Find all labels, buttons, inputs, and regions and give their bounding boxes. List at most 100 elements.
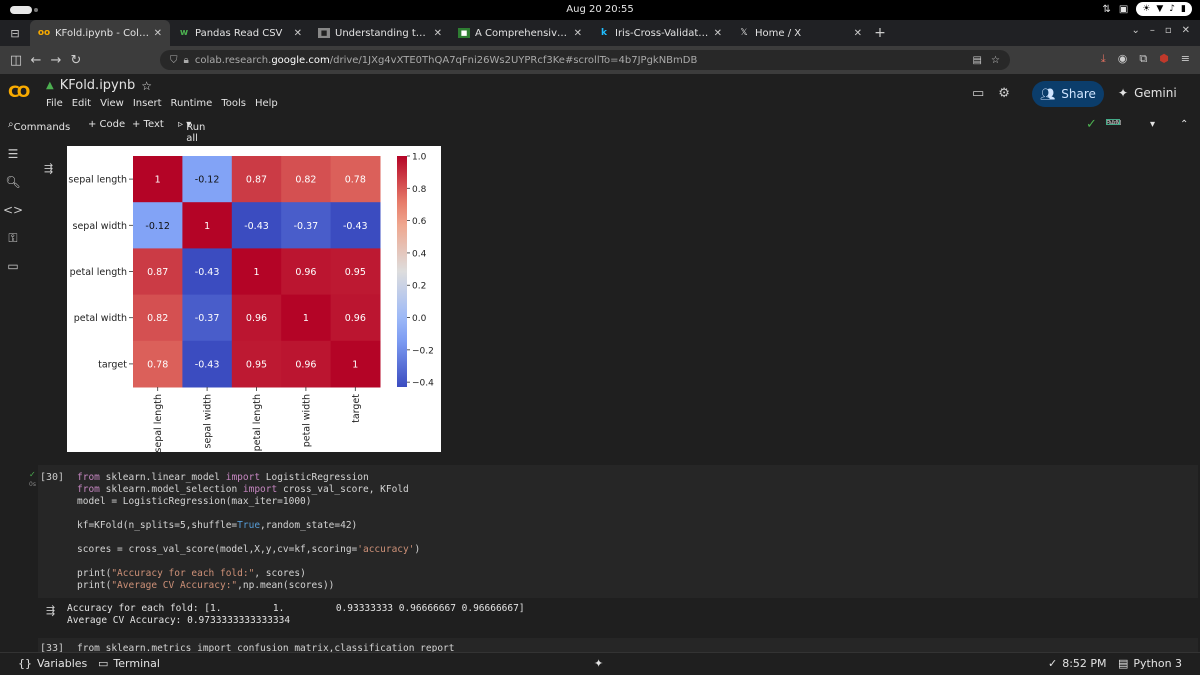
secrets-key-icon[interactable]: ⚿ — [0, 224, 26, 252]
code-editor[interactable]: from sklearn.linear_model import Logisti… — [77, 472, 420, 592]
colab-logo[interactable]: CO — [8, 82, 30, 101]
sidebar-toggle-icon[interactable]: ◫ — [6, 53, 26, 68]
tab-understanding-confusion[interactable]: ■ Understanding the Confu ✕ — [310, 20, 450, 46]
code-line[interactable]: scores = cross_val_score(model,X,y,cv=kf… — [77, 544, 420, 556]
code-token: from — [77, 472, 100, 483]
code-line[interactable]: from sklearn.model_selection import cros… — [77, 484, 420, 496]
find-icon[interactable]: 🔍︎ — [0, 168, 26, 196]
runtime-indicator[interactable]: ▤ Python 3 — [1118, 657, 1182, 670]
ublock-icon[interactable]: ⬢ — [1159, 52, 1169, 66]
clipboard-icon[interactable]: ▣ — [1119, 4, 1128, 15]
code-token: ) — [414, 544, 421, 555]
collapse-chevron-icon[interactable]: ⌃ — [1180, 119, 1188, 130]
close-icon[interactable]: ✕ — [434, 28, 442, 39]
close-icon[interactable]: ✕ — [854, 28, 862, 39]
address-bar[interactable]: ⛉ 🔒︎ colab.research. google.com/drive/1JX… — [160, 50, 1010, 70]
quick-settings[interactable]: ☀ ▼ ♪ ▮ — [1136, 2, 1192, 16]
y-tick-label: target — [98, 359, 127, 370]
files-folder-icon[interactable]: ▭ — [0, 252, 26, 280]
tab-pandas-read-csv[interactable]: w Pandas Read CSV ✕ — [170, 20, 310, 46]
heatmap-value: 0.87 — [246, 175, 267, 186]
tab-comprehensive-guide[interactable]: ■ A Comprehensive Guide t ✕ — [450, 20, 590, 46]
heatmap-value: 0.96 — [295, 267, 316, 278]
code-line[interactable] — [77, 556, 420, 568]
heatmap-value: 1 — [253, 267, 259, 278]
tab-home-x[interactable]: 𝕏 Home / X ✕ — [730, 20, 870, 46]
menu-edit[interactable]: Edit — [72, 98, 91, 109]
runtime-icon: ▤ — [1118, 657, 1129, 670]
volume-icon: ♪ — [1169, 4, 1176, 14]
tab-list-icon[interactable]: ⌄ — [1131, 25, 1139, 36]
back-icon[interactable]: ← — [26, 53, 46, 68]
code-line[interactable]: print("Accuracy for each fold:", scores) — [77, 568, 420, 580]
variables-button[interactable]: {} Variables — [18, 657, 87, 670]
toc-icon[interactable]: ☰ — [0, 140, 26, 168]
x-icon: 𝕏 — [740, 28, 748, 38]
code-line[interactable] — [77, 532, 420, 544]
code-line[interactable] — [77, 508, 420, 520]
colab-icon: oo — [37, 28, 51, 38]
heatmap-value: 1 — [155, 175, 161, 186]
gemini-sparkle-icon[interactable]: ✦ — [594, 657, 603, 670]
download-icon[interactable]: ⤓ — [1101, 52, 1106, 66]
terminal-icon: ▭ — [98, 657, 109, 670]
reload-icon[interactable]: ↻ — [66, 53, 86, 68]
close-icon[interactable]: ✕ — [714, 28, 722, 39]
close-icon[interactable]: ✕ — [154, 28, 162, 39]
close-icon[interactable]: ✕ — [294, 28, 302, 39]
os-clock[interactable]: Aug 20 20:55 — [0, 4, 1200, 15]
comments-icon[interactable]: ▭ — [972, 86, 984, 101]
tab-kfold-colab[interactable]: oo KFold.ipynb - Colab ✕ — [30, 20, 170, 46]
code-token: print( — [77, 568, 112, 579]
menu-runtime[interactable]: Runtime — [171, 98, 213, 109]
network-icon[interactable]: ⇅ — [1102, 4, 1110, 15]
reader-icon[interactable]: ▤ — [973, 55, 982, 66]
code-snippets-icon[interactable]: <> — [0, 196, 26, 224]
notebook-title[interactable]: KFold.ipynb — [60, 78, 136, 93]
code-token: kf=KFold(n_splits=5,shuffle= — [77, 520, 238, 531]
add-text-button[interactable]: + Text — [132, 119, 164, 130]
close-window-icon[interactable]: ✕ — [1182, 25, 1190, 36]
menu-icon[interactable]: ≡ — [1181, 52, 1190, 66]
code-line[interactable]: model = LogisticRegression(max_iter=1000… — [77, 496, 420, 508]
menu-view[interactable]: View — [100, 98, 124, 109]
new-tab-button[interactable]: + — [870, 20, 890, 46]
execution-count[interactable]: [30] — [40, 472, 64, 483]
minimize-icon[interactable]: – — [1150, 25, 1155, 36]
menu-insert[interactable]: Insert — [133, 98, 162, 109]
menu-file[interactable]: File — [46, 98, 63, 109]
extensions-icon[interactable]: ⧉ — [1139, 52, 1147, 66]
connected-check-icon[interactable]: ✓ — [1086, 117, 1097, 132]
settings-gear-icon[interactable]: ⚙ — [998, 86, 1010, 101]
commands-button[interactable]: ⌕ Commands — [8, 119, 70, 133]
account-icon[interactable]: ◉ — [1118, 52, 1128, 66]
restore-icon[interactable]: ▫ — [1165, 25, 1172, 36]
gemini-button[interactable]: ✦ Gemini — [1118, 86, 1177, 100]
output-toggle-icon[interactable]: ⇶ — [44, 162, 53, 175]
code-token: "Average CV Accuracy:" — [111, 580, 238, 591]
add-code-button[interactable]: + Code — [88, 119, 125, 130]
code-token: , scores) — [254, 568, 306, 579]
forward-icon[interactable]: → — [46, 53, 66, 68]
output-toggle-icon[interactable]: ⇶ — [46, 604, 55, 617]
run-all-button[interactable]: ▹ Run all ▾ — [178, 119, 205, 144]
menu-help[interactable]: Help — [255, 98, 278, 109]
tab-search-icon[interactable]: ⊟ — [0, 27, 30, 40]
last-run-time[interactable]: ✓ 8:52 PM — [1048, 657, 1107, 670]
menu-bar: File Edit View Insert Runtime Tools Help — [46, 98, 278, 109]
system-tray[interactable]: ⇅ ▣ ☀ ▼ ♪ ▮ — [1102, 2, 1192, 16]
close-icon[interactable]: ✕ — [574, 28, 582, 39]
runtime-dropdown-icon[interactable]: ▾ — [1150, 119, 1155, 130]
code-line[interactable]: kf=KFold(n_splits=5,shuffle=True,random_… — [77, 520, 420, 532]
code-line[interactable]: print("Average CV Accuracy:",np.mean(sco… — [77, 580, 420, 592]
bookmark-star-icon[interactable]: ☆ — [991, 55, 1000, 66]
output-line: Average CV Accuracy: 0.9733333333333334 — [67, 615, 291, 626]
star-icon[interactable]: ☆ — [141, 79, 152, 93]
menu-tools[interactable]: Tools — [221, 98, 246, 109]
code-token: sklearn.linear_model — [99, 472, 226, 483]
code-line[interactable]: from sklearn.linear_model import Logisti… — [77, 472, 420, 484]
tab-iris-cross-validation[interactable]: k Iris-Cross-Validation ✕ — [590, 20, 730, 46]
share-button[interactable]: 👥︎ Share — [1032, 81, 1104, 107]
terminal-button[interactable]: ▭ Terminal — [98, 657, 160, 670]
correlation-heatmap: 1 -0.12 0.87 0.82 0.78 -0.12 1 -0.43 -0.37 -0.43 0… — [68, 153, 434, 453]
